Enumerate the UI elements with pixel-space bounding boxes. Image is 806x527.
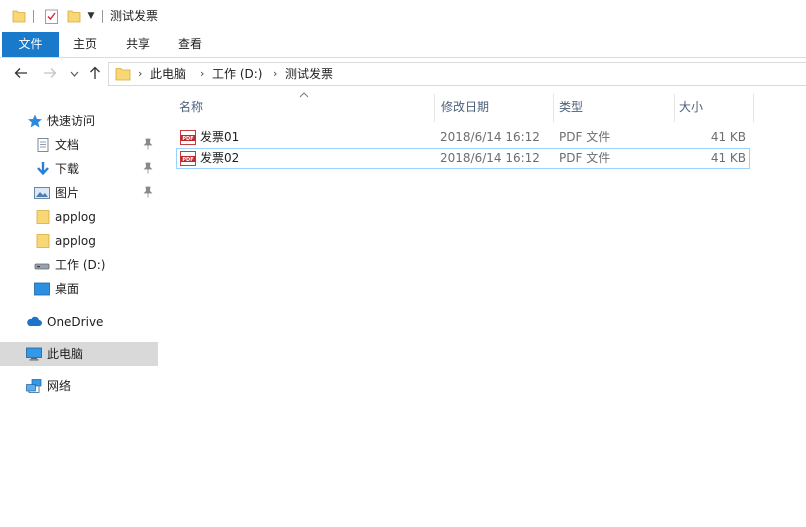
sidebar-item-this-pc[interactable]: 此电脑 xyxy=(0,342,158,366)
navigation-pane: 快速访问 文档 下载 图片 applog applog 工作 (D:) 桌面 O… xyxy=(0,92,170,527)
column-divider[interactable] xyxy=(753,94,754,122)
sidebar-item-label: 下载 xyxy=(55,162,80,176)
file-type: PDF 文件 xyxy=(559,130,611,144)
sidebar-item-downloads[interactable]: 下载 xyxy=(0,157,158,181)
customize-dropdown-icon[interactable]: ▼ xyxy=(86,10,96,22)
up-arrow-icon[interactable] xyxy=(87,66,103,84)
file-size: 41 KB xyxy=(710,130,746,144)
sidebar-item-label: 图片 xyxy=(55,186,80,200)
toolbar-separator xyxy=(33,10,34,23)
column-header-name[interactable]: 名称 xyxy=(170,98,434,122)
properties-icon[interactable] xyxy=(45,9,58,24)
chevron-right-icon[interactable]: › xyxy=(273,67,277,81)
ribbon-tabs: 文件 主页 共享 查看 xyxy=(0,32,806,58)
cloud-icon xyxy=(27,316,42,326)
sidebar-item-label: 文档 xyxy=(55,138,80,152)
file-list: 名称 修改日期 类型 大小 PDF 发票01 2018/6/14 16:12 P… xyxy=(170,92,806,527)
file-date-modified: 2018/6/14 16:12 xyxy=(440,130,540,144)
sidebar-item-onedrive[interactable]: OneDrive xyxy=(0,310,158,334)
file-type: PDF 文件 xyxy=(559,151,611,165)
breadcrumb-drive[interactable]: 工作 (D:) xyxy=(212,67,262,81)
folder-icon xyxy=(115,68,131,81)
new-folder-icon[interactable] xyxy=(67,9,81,23)
sidebar-item-label: 此电脑 xyxy=(47,347,84,361)
pin-icon[interactable] xyxy=(143,186,153,198)
sidebar-item-applog[interactable]: applog xyxy=(0,205,158,229)
file-row[interactable]: PDF 发票01 2018/6/14 16:12 PDF 文件 41 KB xyxy=(176,127,750,148)
sidebar-item-documents[interactable]: 文档 xyxy=(0,133,158,157)
pin-icon[interactable] xyxy=(143,138,153,150)
drive-icon xyxy=(34,263,50,270)
file-row[interactable]: PDF 发票02 2018/6/14 16:12 PDF 文件 41 KB xyxy=(176,148,750,169)
sidebar-item-applog[interactable]: applog xyxy=(0,229,158,253)
address-bar[interactable]: › 此电脑 › 工作 (D:) › 测试发票 xyxy=(108,62,806,86)
sidebar-item-label: applog xyxy=(55,210,96,224)
recent-locations-dropdown-icon[interactable] xyxy=(68,66,80,84)
sidebar-item-label: 快速访问 xyxy=(47,114,96,128)
sidebar-item-label: applog xyxy=(55,234,96,248)
tab-view[interactable]: 查看 xyxy=(164,32,216,57)
sidebar-item-label: 桌面 xyxy=(55,282,80,296)
network-icon xyxy=(26,379,42,393)
svg-text:PDF: PDF xyxy=(182,157,193,163)
pdf-file-icon: PDF xyxy=(180,130,196,145)
window-title: 测试发票 xyxy=(110,9,159,23)
chevron-right-icon[interactable]: › xyxy=(200,67,204,81)
title-bar: ▼ 测试发票 xyxy=(0,0,806,32)
breadcrumb-current-folder[interactable]: 测试发票 xyxy=(285,67,333,81)
computer-icon xyxy=(26,347,42,361)
sidebar-item-pictures[interactable]: 图片 xyxy=(0,181,158,205)
file-date-modified: 2018/6/14 16:12 xyxy=(440,151,540,165)
sidebar-item-quick-access[interactable]: 快速访问 xyxy=(0,109,158,133)
pictures-icon xyxy=(34,187,50,199)
sidebar-item-desktop[interactable]: 桌面 xyxy=(0,277,158,301)
tab-file[interactable]: 文件 xyxy=(2,32,59,57)
download-icon xyxy=(37,162,49,176)
pdf-file-icon: PDF xyxy=(180,151,196,166)
desktop-icon xyxy=(34,282,50,296)
navigation-bar: › 此电脑 › 工作 (D:) › 测试发票 xyxy=(0,58,806,92)
pin-icon[interactable] xyxy=(143,162,153,174)
column-header-size[interactable]: 大小 xyxy=(670,98,753,122)
sidebar-item-label: OneDrive xyxy=(47,315,104,329)
star-icon xyxy=(28,114,42,128)
documents-icon xyxy=(37,138,49,152)
column-header-type[interactable]: 类型 xyxy=(550,98,671,122)
sidebar-item-drive-d[interactable]: 工作 (D:) xyxy=(0,253,158,277)
sidebar-item-label: 网络 xyxy=(47,379,72,393)
toolbar-separator xyxy=(102,10,103,23)
column-header-date-modified[interactable]: 修改日期 xyxy=(432,98,552,122)
sidebar-item-network[interactable]: 网络 xyxy=(0,374,158,398)
back-arrow-icon[interactable] xyxy=(12,66,30,84)
folder-icon xyxy=(36,234,50,248)
file-name: 发票02 xyxy=(200,151,240,165)
breadcrumb-this-pc[interactable]: 此电脑 xyxy=(150,67,186,81)
tab-share[interactable]: 共享 xyxy=(112,32,164,57)
folder-icon xyxy=(36,210,50,224)
forward-arrow-icon[interactable] xyxy=(41,66,59,84)
file-size: 41 KB xyxy=(710,151,746,165)
folder-icon[interactable] xyxy=(12,9,26,23)
chevron-right-icon[interactable]: › xyxy=(138,67,142,81)
sidebar-item-label: 工作 (D:) xyxy=(55,258,106,272)
tab-home[interactable]: 主页 xyxy=(58,32,112,57)
file-name: 发票01 xyxy=(200,130,240,144)
svg-text:PDF: PDF xyxy=(182,136,193,142)
